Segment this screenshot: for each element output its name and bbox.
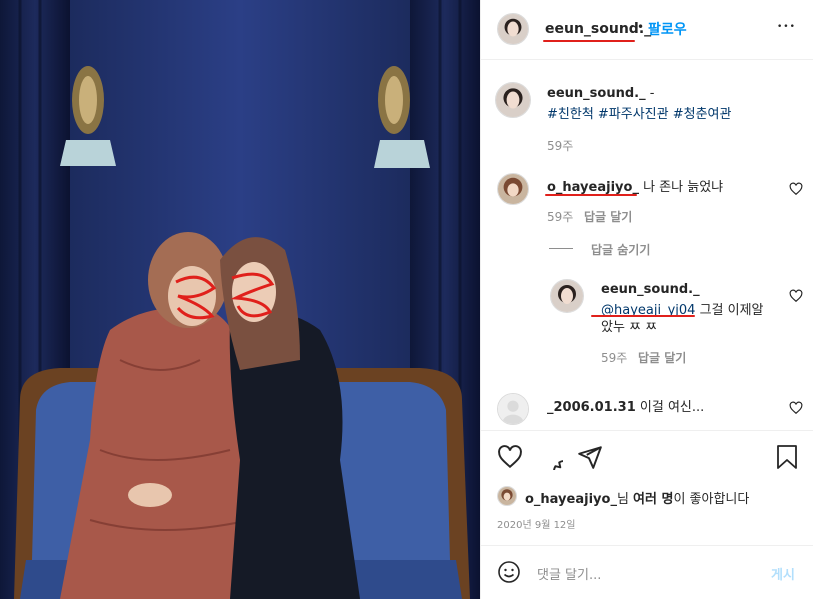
reply-time: 59주 <box>601 351 628 365</box>
post-photo[interactable] <box>0 0 480 599</box>
avatar-image <box>496 83 530 117</box>
avatar-image <box>498 14 528 44</box>
caption-header: eeun_sound._ - <box>547 86 654 101</box>
reply-avatar[interactable] <box>550 279 584 313</box>
reply-like-icon[interactable] <box>789 289 803 303</box>
avatar-image <box>498 174 528 204</box>
comment-username[interactable]: o_hayeajiyo_ <box>547 180 639 195</box>
comment-box-divider <box>481 545 813 546</box>
header-divider <box>481 59 813 60</box>
caption-avatar[interactable] <box>495 82 531 118</box>
avatar-image <box>498 487 516 505</box>
likes-text-mid: 님 <box>616 492 634 507</box>
reply-text: 그걸 이제알 <box>699 303 764 318</box>
comment-text: 나 존나 늙었냐 <box>643 180 724 195</box>
post-comment-button[interactable]: 게시 <box>771 564 795 583</box>
likes-summary: o_hayeajiyo_님 여러 명이 좋아합니다 <box>525 488 749 507</box>
caption-time: 59주 <box>547 139 574 153</box>
header-underline <box>543 40 635 42</box>
comment-username[interactable]: _2006.01.31 <box>547 400 636 415</box>
reply-reply-button[interactable]: 답글 달기 <box>638 349 686 366</box>
hide-replies-line <box>549 248 573 249</box>
photo-illustration <box>0 0 480 599</box>
actions-divider <box>481 430 813 431</box>
hide-replies-button[interactable]: 답글 숨기기 <box>591 241 650 258</box>
comment-avatar[interactable] <box>497 393 529 425</box>
comment-time: 59주 <box>547 210 574 224</box>
heart-icon[interactable] <box>497 444 523 470</box>
header-dot: • <box>637 20 645 34</box>
comment-underline <box>545 194 637 196</box>
caption-hashtags[interactable]: #친한척 #파주사진관 #청춘여관 <box>547 103 731 122</box>
comment-input[interactable]: 댓글 달기... <box>537 564 601 583</box>
comment-avatar[interactable] <box>497 173 529 205</box>
reply-username[interactable]: eeun_sound._ <box>601 282 700 297</box>
reply-text-line2: 았누 ㅉ ㅉ <box>601 320 658 335</box>
liker-avatar[interactable] <box>497 486 517 506</box>
comment-body: o_hayeajiyo_ 나 존나 늙었냐 <box>547 176 723 195</box>
post-panel: eeun_sound._ • 팔로우 ••• eeun_sound._ - #친… <box>480 0 813 599</box>
share-icon[interactable] <box>577 444 603 470</box>
comment-like-icon[interactable] <box>789 401 803 415</box>
emoji-icon[interactable] <box>497 560 521 584</box>
comment-body: _2006.01.31 이걸 여신... <box>547 396 704 415</box>
more-icon[interactable]: ••• <box>777 22 796 32</box>
avatar-image <box>551 280 583 312</box>
comment-like-icon[interactable] <box>789 182 803 196</box>
comment-icon[interactable] <box>537 444 563 470</box>
post-date[interactable]: 2020년 9월 12일 <box>497 516 576 531</box>
liker-username[interactable]: o_hayeajiyo_ <box>525 492 617 507</box>
default-avatar-image <box>498 394 528 424</box>
post-author-username[interactable]: eeun_sound._ <box>545 21 651 37</box>
bookmark-icon[interactable] <box>775 444 799 470</box>
caption-username[interactable]: eeun_sound._ <box>547 86 646 101</box>
follow-button[interactable]: 팔로우 <box>648 19 687 39</box>
post-author-avatar[interactable] <box>497 13 529 45</box>
caption-dash: - <box>649 86 655 101</box>
likes-others-link[interactable]: 여러 명 <box>633 492 673 507</box>
reply-button[interactable]: 답글 달기 <box>584 208 632 225</box>
comment-text: 이걸 여신... <box>639 400 705 415</box>
likes-text-end: 이 좋아합니다 <box>673 492 750 507</box>
